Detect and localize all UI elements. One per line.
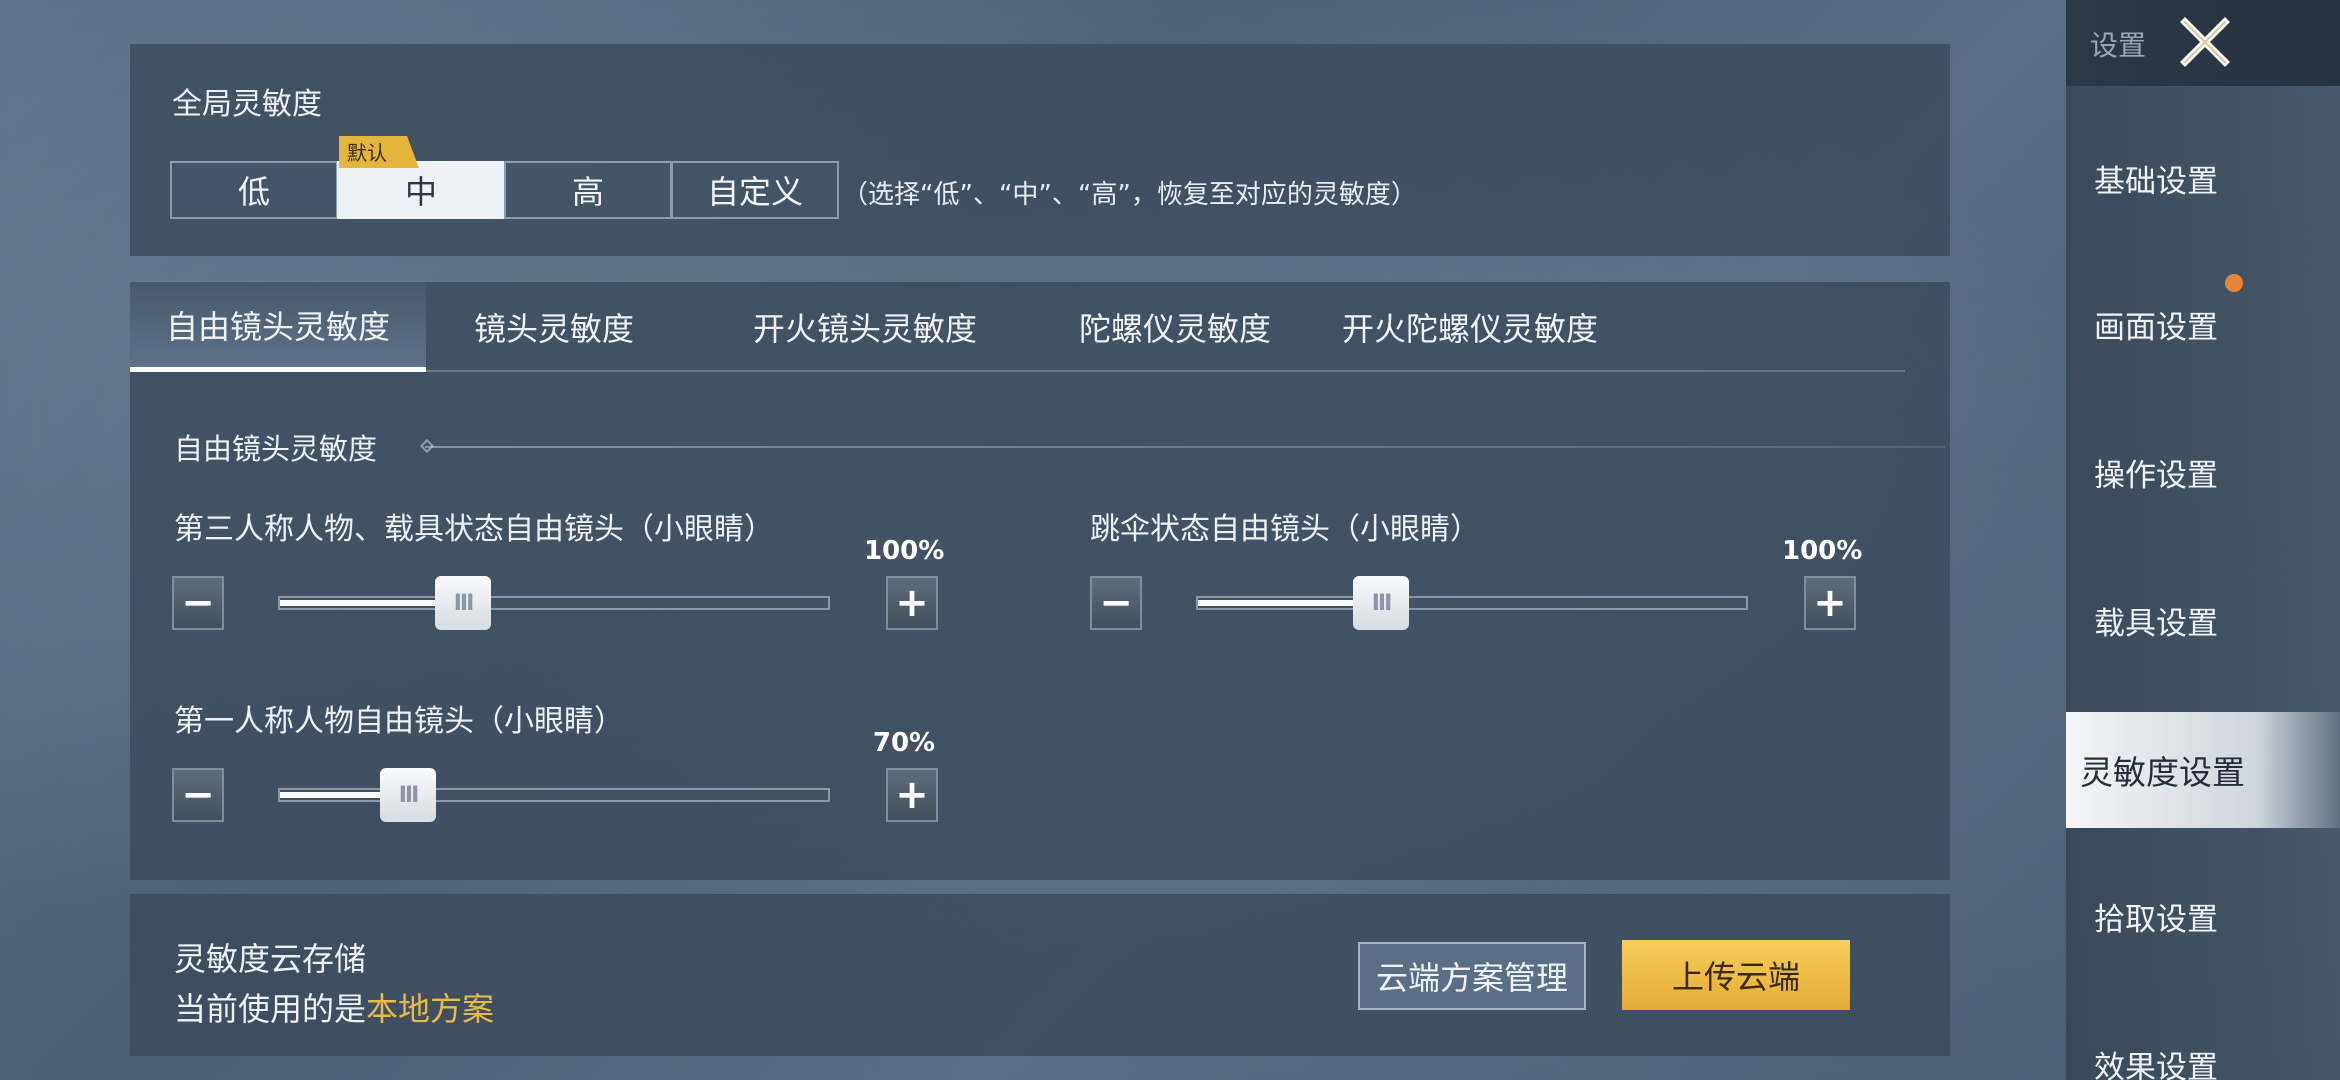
slider-parachute-minus-button[interactable]: − bbox=[1090, 576, 1142, 630]
preset-hint: （选择“低”、“中”、“高”，恢复至对应的灵敏度） bbox=[842, 180, 1417, 210]
sidebar-item-vehicle[interactable]: 载具设置 bbox=[2066, 562, 2340, 678]
cloud-storage-panel: 灵敏度云存储 当前使用的是本地方案 云端方案管理 上传云端 bbox=[130, 894, 1950, 1056]
cloud-status-value: 本地方案 bbox=[366, 990, 495, 1028]
slider-fpp-thumb[interactable]: III bbox=[380, 768, 436, 822]
sidebar-item-pickup[interactable]: 拾取设置 bbox=[2066, 858, 2340, 974]
tab-fire-gyroscope[interactable]: 开火陀螺仪灵敏度 bbox=[1320, 282, 1620, 372]
tab-free-camera[interactable]: 自由镜头灵敏度 bbox=[130, 282, 426, 372]
slider-fpp-plus-button[interactable]: + bbox=[886, 768, 938, 822]
sensitivity-tabs-panel: 自由镜头灵敏度 镜头灵敏度 开火镜头灵敏度 陀螺仪灵敏度 开火陀螺仪灵敏度 自由… bbox=[130, 282, 1950, 880]
slider-parachute-plus-button[interactable]: + bbox=[1804, 576, 1856, 630]
preset-selector: 低 默认 中 高 自定义 bbox=[170, 136, 839, 219]
global-sensitivity-title: 全局灵敏度 bbox=[172, 87, 322, 122]
cloud-storage-status: 当前使用的是本地方案 bbox=[174, 984, 494, 1030]
slider-tpp-minus-button[interactable]: − bbox=[172, 576, 224, 630]
sidebar-item-graphics[interactable]: 画面设置 bbox=[2066, 266, 2340, 382]
tab-camera[interactable]: 镜头灵敏度 bbox=[448, 282, 660, 372]
slider-fpp-label: 第一人称人物自由镜头（小眼睛） bbox=[174, 704, 624, 739]
cloud-manage-button[interactable]: 云端方案管理 bbox=[1358, 942, 1586, 1010]
settings-sidebar: 设置 基础设置 画面设置 操作设置 载具设置 灵敏度设置 拾取设置 效果设置 bbox=[2066, 0, 2340, 1080]
sidebar-item-controls[interactable]: 操作设置 bbox=[2066, 414, 2340, 530]
preset-high-button[interactable]: 高 bbox=[504, 161, 672, 219]
notification-dot bbox=[2225, 274, 2243, 292]
close-x-icon bbox=[2180, 17, 2230, 67]
default-badge: 默认 bbox=[339, 136, 419, 168]
slider-fpp-value: 70% bbox=[872, 728, 936, 758]
sidebar-item-effects[interactable]: 效果设置 bbox=[2066, 1006, 2340, 1080]
preset-custom-button[interactable]: 自定义 bbox=[671, 161, 839, 219]
cloud-upload-button[interactable]: 上传云端 bbox=[1622, 940, 1850, 1010]
tab-bar: 自由镜头灵敏度 镜头灵敏度 开火镜头灵敏度 陀螺仪灵敏度 开火陀螺仪灵敏度 bbox=[130, 282, 1905, 372]
slider-parachute-value: 100% bbox=[1782, 536, 1863, 566]
sidebar-item-basic[interactable]: 基础设置 bbox=[2066, 120, 2340, 236]
section-divider bbox=[425, 446, 1945, 448]
slider-tpp-plus-button[interactable]: + bbox=[886, 576, 938, 630]
preset-low-button[interactable]: 低 bbox=[170, 161, 338, 219]
preset-medium-label: 中 bbox=[404, 173, 437, 211]
slider-parachute-thumb[interactable]: III bbox=[1353, 576, 1409, 630]
sidebar-item-sensitivity[interactable]: 灵敏度设置 bbox=[2066, 712, 2340, 828]
section-title: 自由镜头灵敏度 bbox=[174, 432, 378, 466]
slider-fpp-track[interactable]: III bbox=[278, 768, 830, 822]
slider-fpp-minus-button[interactable]: − bbox=[172, 768, 224, 822]
close-button[interactable] bbox=[2172, 12, 2238, 72]
sidebar-header-title: 设置 bbox=[2090, 29, 2147, 62]
slider-tpp-track[interactable]: III bbox=[278, 576, 830, 630]
global-sensitivity-panel: 全局灵敏度 低 默认 中 高 自定义 （选择“低”、“中”、“高”，恢复至对应的… bbox=[130, 44, 1950, 256]
tab-gyroscope[interactable]: 陀螺仪灵敏度 bbox=[1060, 282, 1290, 372]
slider-tpp-label: 第三人称人物、载具状态自由镜头（小眼睛） bbox=[174, 512, 774, 547]
cloud-storage-title: 灵敏度云存储 bbox=[174, 940, 367, 978]
slider-tpp-value: 100% bbox=[864, 536, 945, 566]
slider-parachute-label: 跳伞状态自由镜头（小眼睛） bbox=[1090, 512, 1480, 547]
preset-medium-button[interactable]: 默认 中 bbox=[337, 136, 505, 219]
sidebar-header: 设置 bbox=[2066, 0, 2340, 86]
slider-tpp-thumb[interactable]: III bbox=[435, 576, 491, 630]
cloud-status-prefix: 当前使用的是 bbox=[174, 990, 367, 1028]
slider-parachute-track[interactable]: III bbox=[1196, 576, 1748, 630]
tab-fire-camera[interactable]: 开火镜头灵敏度 bbox=[730, 282, 1000, 372]
